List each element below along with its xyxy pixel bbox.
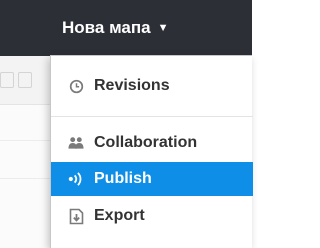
menu-item-collaboration[interactable]: Collaboration xyxy=(51,126,253,160)
export-icon xyxy=(68,208,84,224)
menu-item-label: Publish xyxy=(94,170,152,187)
clock-icon xyxy=(68,78,84,94)
menu-item-label: Export xyxy=(94,207,145,224)
menu-item-publish[interactable]: Publish xyxy=(51,162,253,196)
caret-down-icon: ▼ xyxy=(157,22,169,34)
menu-item-export[interactable]: Export xyxy=(51,199,253,233)
top-bar: Нова мапа ▼ xyxy=(0,0,252,56)
toolbar-tool-icon xyxy=(0,72,14,88)
toolbar-tool-icon xyxy=(18,72,32,88)
menu-item-revisions[interactable]: Revisions xyxy=(51,69,253,103)
menu-divider xyxy=(51,116,253,117)
menu-item-label: Revisions xyxy=(94,77,170,94)
menu-item-label: Collaboration xyxy=(94,134,198,151)
map-options-menu: Revisions Collaboration Publish Export xyxy=(50,55,253,248)
broadcast-icon xyxy=(68,171,84,187)
map-title-label: Нова мапа xyxy=(62,18,151,37)
users-icon xyxy=(68,135,84,151)
map-title-dropdown[interactable]: Нова мапа ▼ xyxy=(62,16,169,40)
